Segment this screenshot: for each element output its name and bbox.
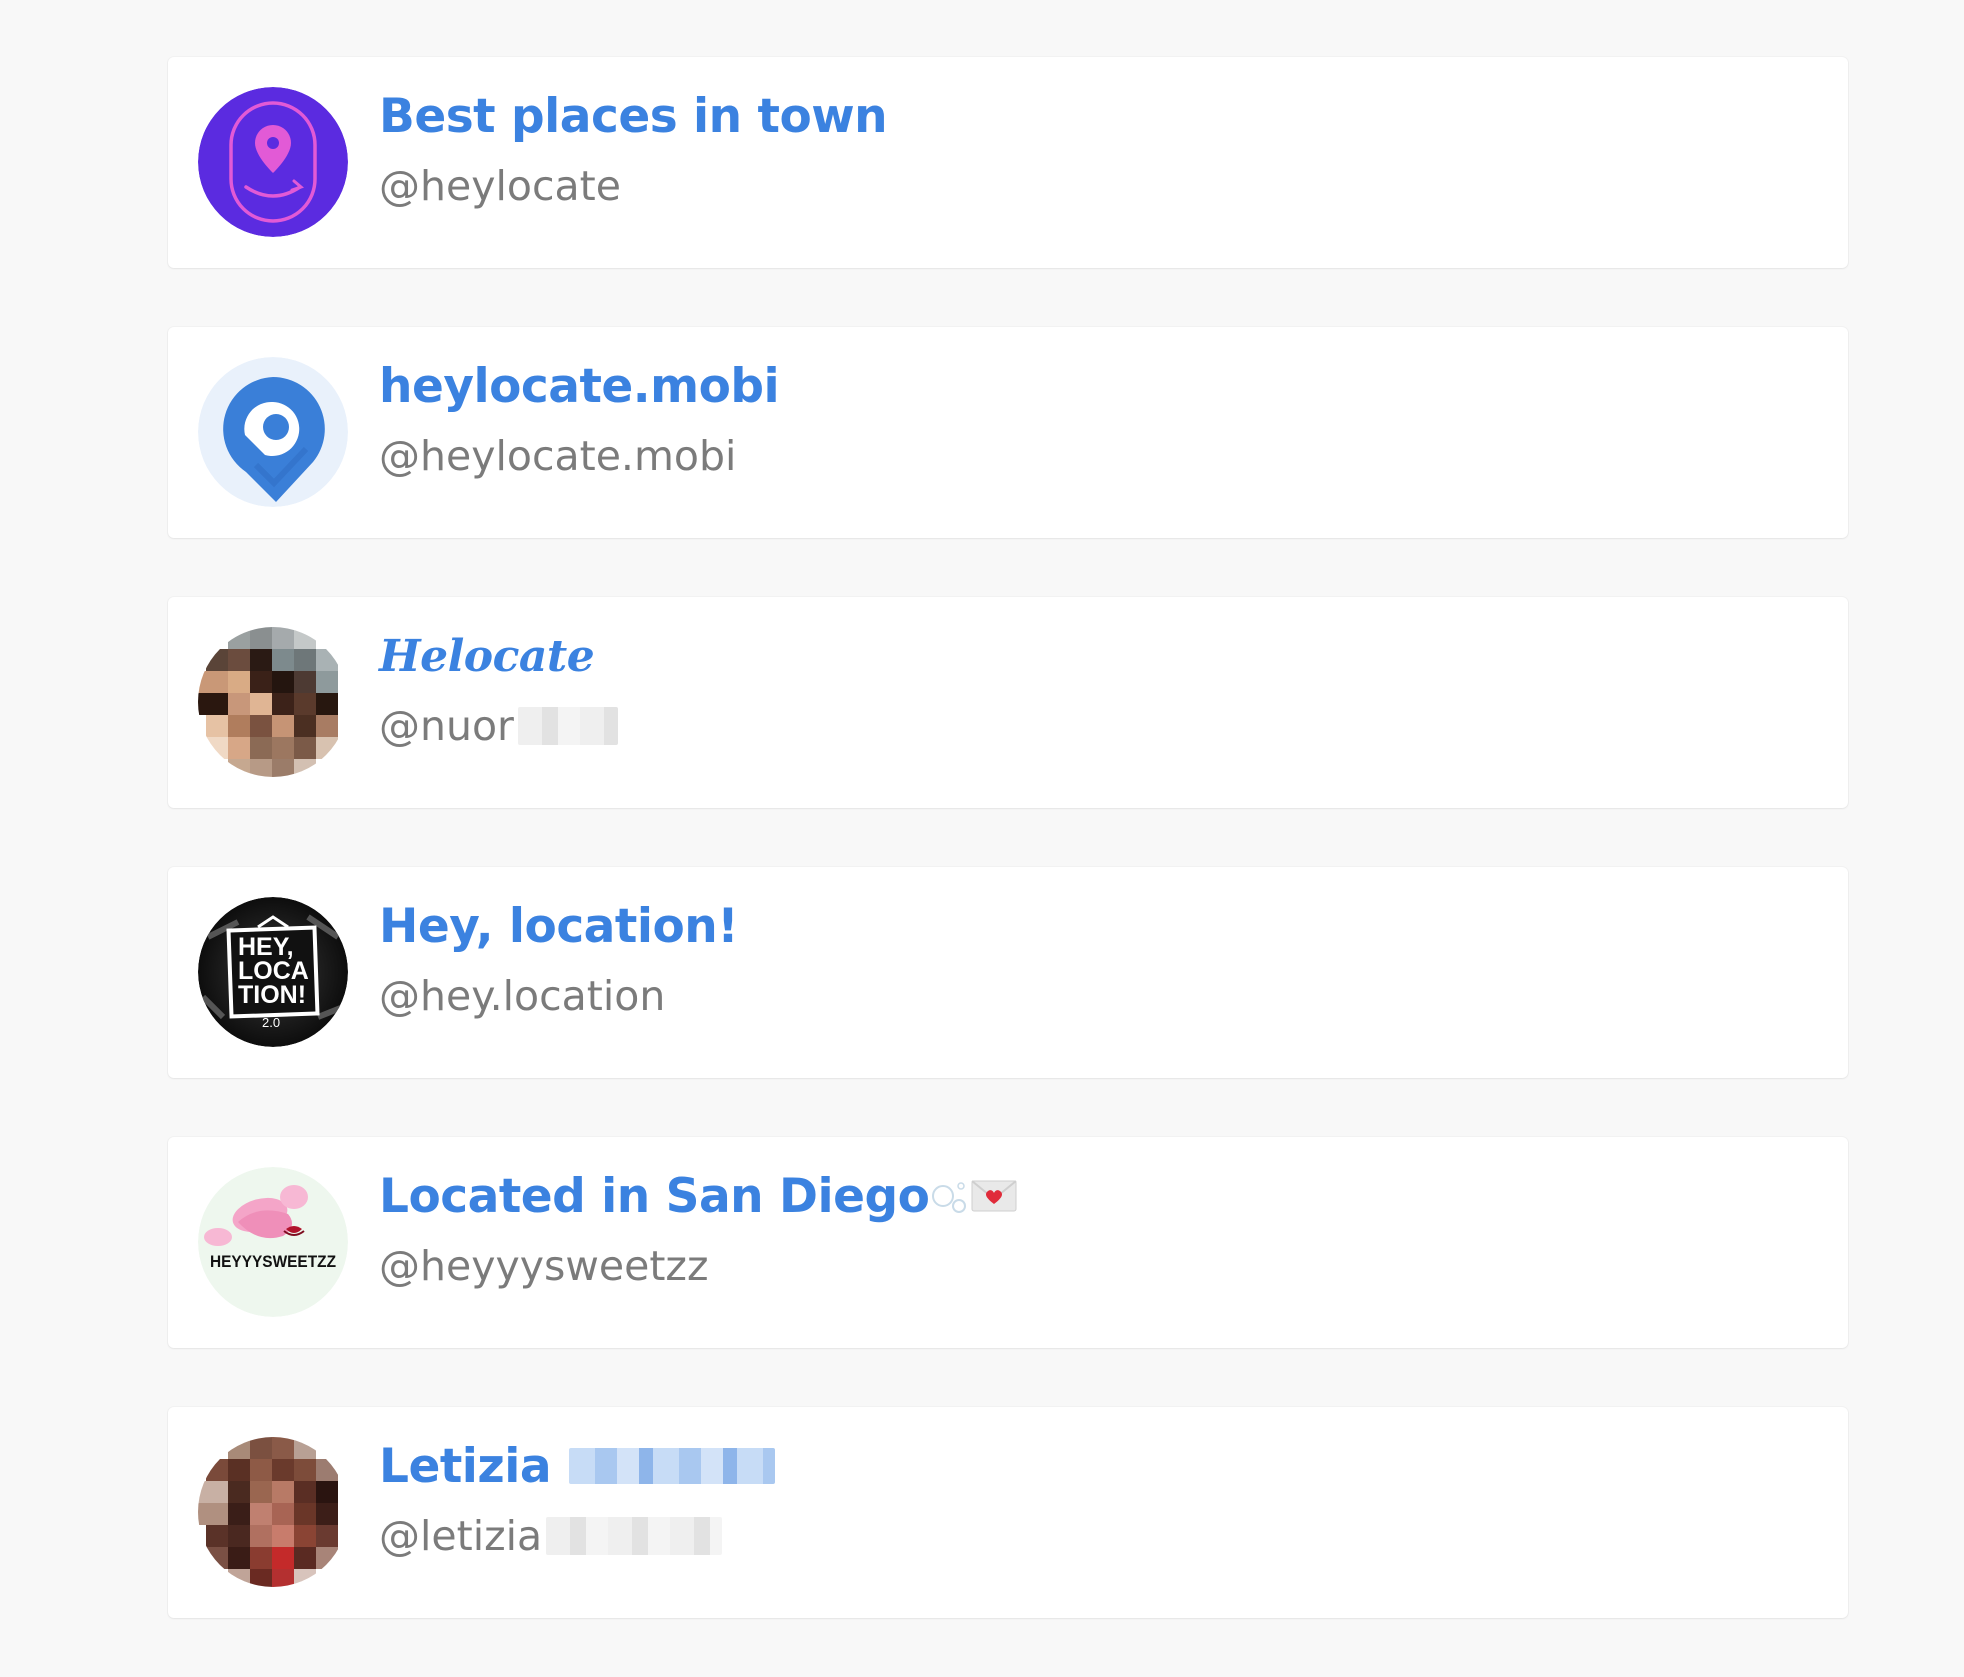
account-handle: @heylocate xyxy=(379,162,621,210)
account-handle: @letizia xyxy=(379,1512,543,1560)
account-handle: @heyyysweetzz xyxy=(379,1242,709,1290)
bubbles-icon xyxy=(931,1176,969,1216)
love-letter-icon xyxy=(971,1180,1018,1212)
account-name[interactable]: Hey, location! xyxy=(379,899,739,954)
logo-text: HEYYYSWEETZZ xyxy=(210,1252,336,1271)
logo-text: TION! xyxy=(238,981,306,1009)
account-card[interactable]: Best places in town @heylocate xyxy=(168,57,1848,268)
account-name[interactable]: Best places in town xyxy=(379,89,888,144)
avatar[interactable] xyxy=(198,87,348,237)
candy-logo: HEYYYSWEETZZ xyxy=(198,1167,348,1317)
location-pin-smile-icon xyxy=(198,87,348,237)
account-card[interactable]: HEYYYSWEETZZ Located in San Diego @heyyy… xyxy=(168,1137,1848,1348)
avatar[interactable] xyxy=(198,1437,348,1587)
account-results-list: Best places in town @heylocate heylocate… xyxy=(168,57,1848,1677)
account-handle: @heylocate.mobi xyxy=(379,432,737,480)
pixelated-photo-image xyxy=(198,627,348,777)
account-card[interactable]: Helocate @nuor xyxy=(168,597,1848,808)
avatar[interactable]: HEYYYSWEETZZ xyxy=(198,1167,348,1317)
avatar[interactable] xyxy=(198,627,348,777)
avatar[interactable]: HEY, LOCA TION! 2.0 xyxy=(198,897,348,1047)
account-card[interactable]: heylocate.mobi @heylocate.mobi xyxy=(168,327,1848,538)
redacted-text xyxy=(569,1448,776,1484)
account-card[interactable]: HEY, LOCA TION! 2.0 Hey, location! @hey.… xyxy=(168,867,1848,1078)
pixelated-photo-image xyxy=(198,1437,348,1587)
account-card[interactable]: Letizia @letizia xyxy=(168,1407,1848,1618)
redacted-text xyxy=(517,707,618,745)
account-handle: @nuor xyxy=(379,702,514,750)
account-name[interactable]: heylocate.mobi xyxy=(379,359,780,414)
account-name[interactable]: Helocate xyxy=(379,631,595,682)
redacted-text xyxy=(546,1517,723,1555)
location-pin-icon xyxy=(198,357,348,507)
logo-version-text: 2.0 xyxy=(262,1015,280,1030)
account-name[interactable]: Located in San Diego xyxy=(379,1169,930,1224)
account-handle: @hey.location xyxy=(379,972,666,1020)
account-name[interactable]: Letizia xyxy=(379,1439,552,1494)
avatar[interactable] xyxy=(198,357,348,507)
hey-location-logo: HEY, LOCA TION! 2.0 xyxy=(198,897,348,1047)
